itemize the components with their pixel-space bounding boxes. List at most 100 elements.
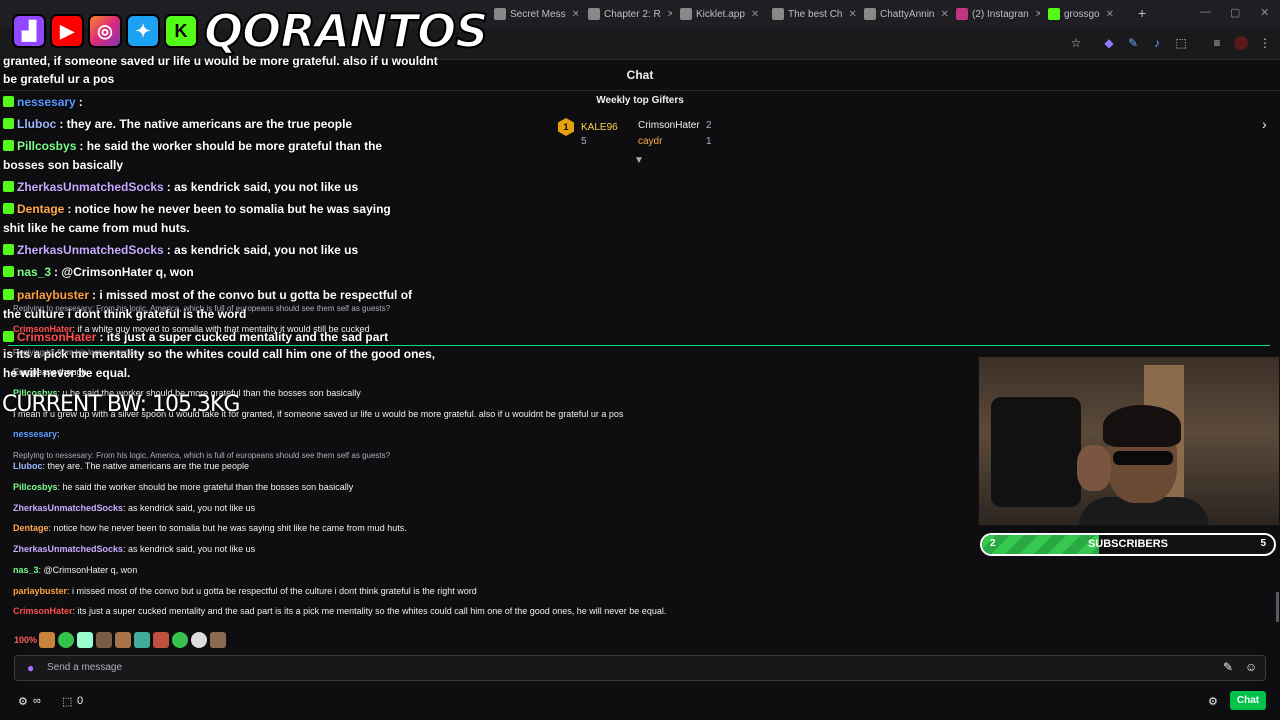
- chat-text: : they are. The native americans are the…: [59, 117, 353, 131]
- badge-icon: [3, 181, 14, 192]
- chat-text: : he said the worker should be more grat…: [57, 482, 354, 492]
- infinity-icon[interactable]: ∞: [33, 695, 41, 707]
- expand-chevron-icon[interactable]: ▼: [634, 155, 644, 166]
- emote-icon[interactable]: [58, 632, 74, 648]
- scrollbar[interactable]: [1276, 592, 1279, 622]
- chat-text: : i missed most of the convo but u gotta…: [92, 288, 413, 302]
- chat-username[interactable]: ZherkasUnmatchedSocks: [13, 544, 123, 554]
- emote-icon[interactable]: [172, 632, 188, 648]
- chat-username[interactable]: parlaybuster: [17, 288, 89, 302]
- close-icon[interactable]: ✕: [940, 9, 948, 20]
- chat-settings-icon[interactable]: ⚙: [1208, 695, 1218, 708]
- emote-icon[interactable]: [96, 632, 112, 648]
- chat-text: : as kendrick said, you not like us: [123, 544, 256, 554]
- badge-icon: [3, 140, 14, 151]
- overlay-chat-line: ZherkasUnmatchedSocks: as kendrick said,…: [3, 178, 358, 196]
- overlay-chat-line: Dentage: notice how he never been to som…: [3, 200, 391, 218]
- emote-icon[interactable]: [39, 632, 55, 648]
- tab-5[interactable]: (2) Instagran ✕: [956, 4, 1040, 24]
- emote-icon[interactable]: [134, 632, 150, 648]
- close-icon[interactable]: ✕: [1035, 9, 1040, 20]
- tab-2[interactable]: Kicklet.app ✕: [680, 4, 764, 24]
- gift-icon[interactable]: ⬚: [62, 695, 72, 708]
- maximize-icon[interactable]: ▢: [1230, 6, 1240, 19]
- overlay-chat-line: nas_3: @CrimsonHater q, won: [3, 263, 194, 281]
- close-icon[interactable]: ✕: [751, 9, 759, 20]
- chat-username[interactable]: nas_3: [17, 265, 51, 279]
- chat-line: CrimsonHater: its just a super cucked me…: [13, 605, 666, 617]
- emote-icon[interactable]: [153, 632, 169, 648]
- gifter-count: 2: [706, 120, 712, 131]
- chat-line: Dentage: notice how he never been to som…: [13, 522, 407, 534]
- chat-title: Chat: [626, 68, 654, 82]
- extension-icon[interactable]: ◆: [1102, 36, 1116, 50]
- badge-icon: [3, 266, 14, 277]
- badge-icon: [3, 96, 14, 107]
- emote-icon[interactable]: [77, 632, 93, 648]
- emoji-icon[interactable]: ☺: [1245, 660, 1257, 674]
- profile-avatar-icon[interactable]: [1234, 36, 1248, 50]
- close-icon[interactable]: ✕: [667, 9, 672, 20]
- minimize-icon[interactable]: —: [1200, 6, 1211, 18]
- chat-text: granted, if someone saved ur life u woul…: [3, 54, 438, 68]
- tab-6[interactable]: grossgo ✕: [1048, 4, 1132, 24]
- tab-3[interactable]: The best Ch ✕: [772, 4, 856, 24]
- translate-icon[interactable]: ✎: [1126, 36, 1140, 50]
- chat-text: bosses son basically: [3, 158, 124, 172]
- gifter-name: KALE96: [581, 122, 618, 133]
- chat-username[interactable]: nessesary: [13, 429, 57, 439]
- translate-icon[interactable]: ✎: [1223, 660, 1233, 674]
- chat-username[interactable]: Dentage: [13, 523, 49, 533]
- bookmark-star-icon[interactable]: ☆: [1069, 36, 1083, 50]
- favicon-icon: [680, 8, 692, 20]
- chat-username[interactable]: nessesary: [17, 95, 76, 109]
- chat-text: : as kendrick said, you not like us: [166, 243, 359, 257]
- chat-username[interactable]: Pillcosbys: [13, 482, 58, 492]
- brand-name: QORANTOS: [203, 4, 489, 58]
- tab-1[interactable]: Chapter 2: R ✕: [588, 4, 672, 24]
- chat-text: shit like he came from mud huts.: [3, 221, 190, 235]
- emote-icon[interactable]: [191, 632, 207, 648]
- gifter-count: 1: [706, 136, 712, 147]
- tab-0[interactable]: Secret Mess ✕: [494, 4, 578, 24]
- chat-username[interactable]: nas_3: [13, 565, 39, 575]
- close-icon[interactable]: ✕: [848, 9, 856, 20]
- chat-username[interactable]: Lluboc: [17, 117, 56, 131]
- new-tab-button[interactable]: +: [1138, 5, 1146, 21]
- chat-username[interactable]: CrimsonHater: [13, 606, 73, 616]
- chevron-right-icon[interactable]: ›: [1262, 116, 1267, 132]
- extensions-puzzle-icon[interactable]: ⬚: [1174, 36, 1188, 50]
- glasses: [1113, 451, 1173, 465]
- emote-icon[interactable]: [210, 632, 226, 648]
- message-input[interactable]: ● Send a message ✎ ☺: [14, 655, 1266, 681]
- chat-username[interactable]: ZherkasUnmatchedSocks: [13, 503, 123, 513]
- chat-text: Replying to: from his logic, america...: [13, 348, 145, 357]
- downloads-icon[interactable]: ≡: [1210, 36, 1224, 50]
- close-icon[interactable]: ✕: [572, 9, 578, 20]
- audio-icon[interactable]: ♪: [1150, 36, 1164, 50]
- close-icon[interactable]: ✕: [1106, 9, 1114, 20]
- chat-text: : as kendrick said, you not like us: [123, 503, 256, 513]
- chat-username[interactable]: ZherkasUnmatchedSocks: [17, 180, 164, 194]
- chat-username[interactable]: Pillcosbys: [17, 139, 76, 153]
- tab-4[interactable]: ChattyAnnin ✕: [864, 4, 948, 24]
- chat-send-button[interactable]: Chat: [1230, 691, 1266, 710]
- chat-line: Lluboc: they are. The native americans a…: [13, 460, 249, 472]
- chair: [991, 397, 1081, 507]
- chat-text: Replying to nessesary: From his logic, A…: [13, 304, 391, 313]
- chat-username[interactable]: CrimsonHater: [13, 324, 73, 334]
- chat-username[interactable]: parlaybuster: [13, 586, 67, 596]
- settings-icon[interactable]: ⚙: [18, 695, 28, 708]
- chat-username[interactable]: Dentage: [17, 202, 64, 216]
- chat-text: : if a white guy moved to somalia with t…: [72, 324, 370, 334]
- chat-username[interactable]: Lluboc: [13, 461, 43, 471]
- chat-username[interactable]: ZherkasUnmatchedSocks: [17, 243, 164, 257]
- emote-100[interactable]: 100%: [14, 635, 37, 645]
- window-close-icon[interactable]: ✕: [1260, 6, 1269, 19]
- overlay-chat-line: Lluboc: they are. The native americans a…: [3, 115, 352, 133]
- menu-kebab-icon[interactable]: ⋮: [1258, 36, 1272, 50]
- mic-icon[interactable]: ●: [27, 661, 34, 675]
- chat-text: : he said the worker should be more grat…: [79, 139, 383, 153]
- emote-icon[interactable]: [115, 632, 131, 648]
- overlay-chat-line: bosses son basically: [3, 156, 123, 174]
